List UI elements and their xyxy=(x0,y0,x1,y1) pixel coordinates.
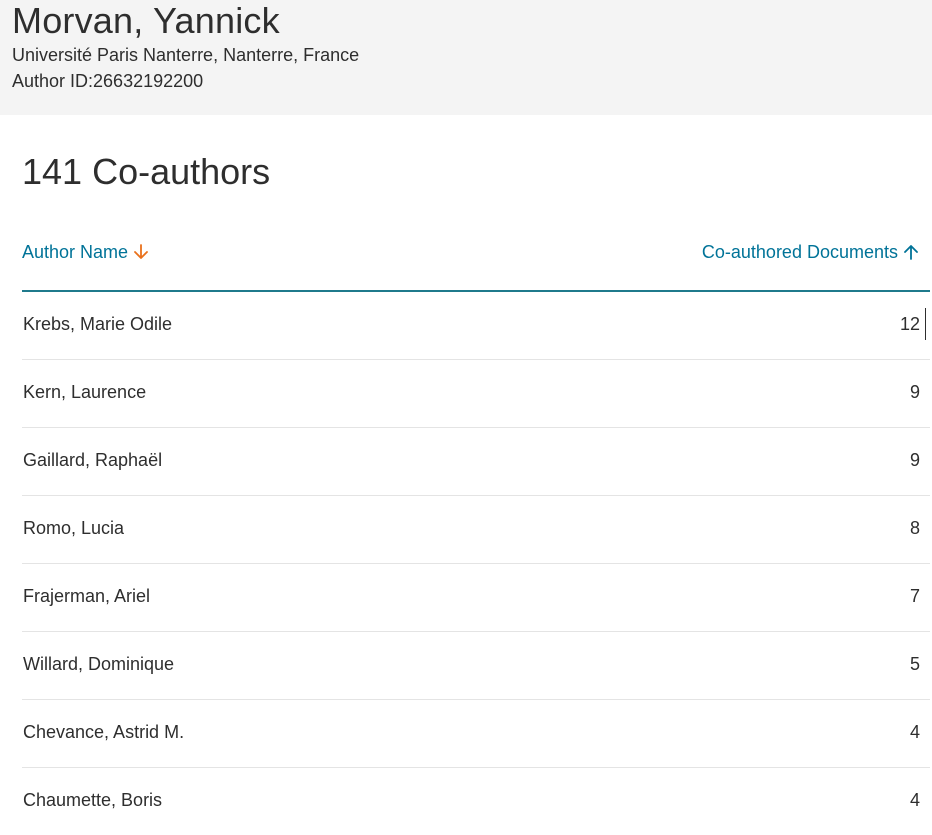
table-row: Willard, Dominique 5 xyxy=(22,632,930,700)
column-label-author-name: Author Name xyxy=(22,242,129,262)
text-caret xyxy=(925,308,926,340)
sort-by-coauthored-documents-button[interactable]: Co-authored Documents xyxy=(702,240,920,264)
coauthored-documents-count: 9 xyxy=(909,382,920,402)
coauthor-name: Chevance, Astrid M. xyxy=(23,722,185,742)
coauthored-documents-count: 4 xyxy=(909,790,920,810)
coauthors-count-title: 141 Co-authors xyxy=(22,151,271,192)
coauthor-name: Frajerman, Ariel xyxy=(23,586,151,606)
coauthored-documents-count: 5 xyxy=(909,654,920,674)
table-row: Chevance, Astrid M. 4 xyxy=(22,700,930,768)
coauthor-name: Gaillard, Raphaël xyxy=(23,450,163,470)
arrow-up-icon xyxy=(904,245,918,260)
table-row: Romo, Lucia 8 xyxy=(22,496,930,564)
arrow-down-icon xyxy=(134,244,148,259)
coauthors-table-header: Author Name Co-authored Documents xyxy=(22,230,930,292)
coauthor-name: Chaumette, Boris xyxy=(23,790,163,810)
author-affiliation: Université Paris Nanterre, Nanterre, Fra… xyxy=(12,45,360,65)
table-row: Gaillard, Raphaël 9 xyxy=(22,428,930,496)
table-row: Frajerman, Ariel 7 xyxy=(22,564,930,632)
author-header: Morvan, Yannick Université Paris Nanterr… xyxy=(0,0,932,115)
column-label-coauthored-documents: Co-authored Documents xyxy=(701,242,898,262)
coauthor-name: Romo, Lucia xyxy=(23,518,125,538)
coauthored-documents-count: 12 xyxy=(899,314,920,334)
coauthor-name: Kern, Laurence xyxy=(23,382,147,402)
coauthors-list: Krebs, Marie Odile 12 Kern, Laurence 9 G… xyxy=(22,292,930,835)
table-row: Krebs, Marie Odile 12 xyxy=(22,292,930,360)
coauthored-documents-count: 8 xyxy=(909,518,920,538)
coauthor-name: Willard, Dominique xyxy=(23,654,175,674)
author-name: Morvan, Yannick xyxy=(12,0,280,41)
coauthored-documents-count: 7 xyxy=(909,586,920,606)
coauthor-name: Krebs, Marie Odile xyxy=(23,314,173,334)
sort-by-author-name-button[interactable]: Author Name xyxy=(22,240,150,264)
coauthored-documents-count: 4 xyxy=(909,722,920,742)
coauthored-documents-count: 9 xyxy=(909,450,920,470)
table-row: Chaumette, Boris 4 xyxy=(22,768,930,835)
table-row: Kern, Laurence 9 xyxy=(22,360,930,428)
author-id: Author ID:26632192200 xyxy=(12,71,204,91)
